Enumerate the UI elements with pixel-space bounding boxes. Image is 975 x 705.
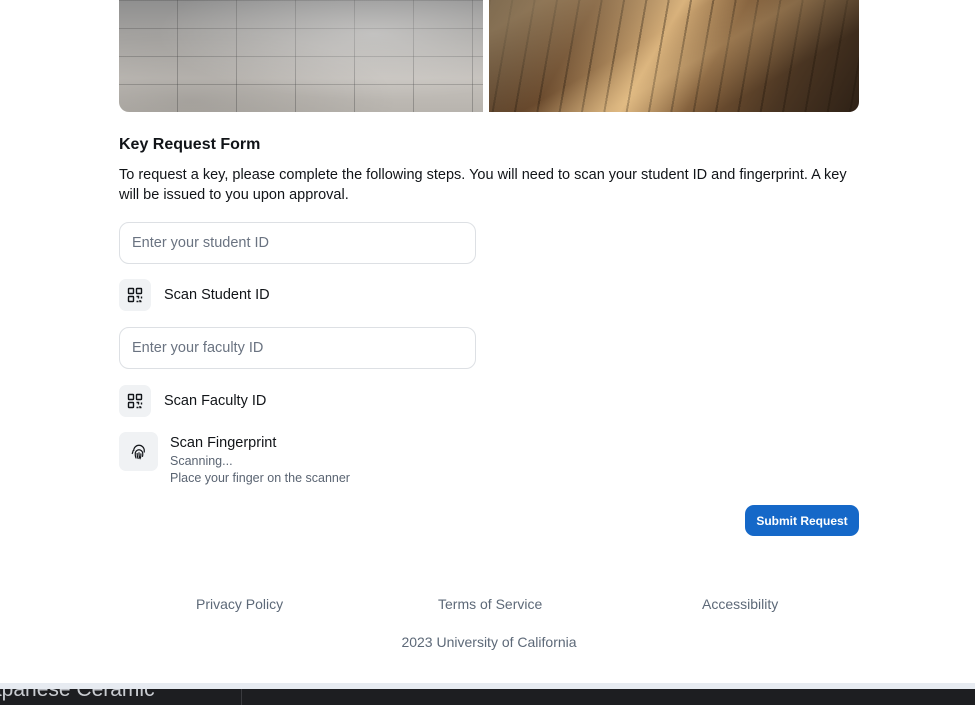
scan-fingerprint-item[interactable]: Scan Fingerprint Scanning... Place your … — [119, 432, 350, 487]
student-id-input[interactable] — [119, 222, 476, 264]
submit-request-button[interactable]: Submit Request — [745, 505, 859, 536]
scan-student-id-label: Scan Student ID — [164, 287, 270, 303]
qr-code-icon — [119, 279, 151, 311]
hero-image-stone-floor — [119, 0, 483, 112]
fingerprint-icon — [119, 432, 158, 471]
footer-link-terms-of-service[interactable]: Terms of Service — [438, 596, 542, 612]
hero-images — [119, 0, 859, 112]
bottom-bar-separator — [241, 689, 242, 705]
footer-link-privacy-policy[interactable]: Privacy Policy — [196, 596, 283, 612]
scan-fingerprint-status: Scanning... — [170, 454, 233, 468]
scan-fingerprint-title: Scan Fingerprint — [170, 435, 277, 451]
bottom-dark-bar: apanese Ceramic — [0, 689, 975, 705]
scan-student-id-button[interactable]: Scan Student ID — [119, 279, 270, 311]
key-request-form-header: Key Request Form To request a key, pleas… — [119, 135, 859, 205]
qr-code-icon — [119, 385, 151, 417]
scan-faculty-id-label: Scan Faculty ID — [164, 393, 267, 409]
faculty-id-input[interactable] — [119, 327, 476, 369]
hero-image-wood-floor — [489, 0, 859, 112]
scan-fingerprint-hint: Place your finger on the scanner — [170, 471, 350, 485]
form-title: Key Request Form — [119, 136, 261, 153]
footer-link-accessibility[interactable]: Accessibility — [702, 596, 778, 612]
bottom-bar-title: apanese Ceramic — [0, 689, 155, 701]
form-intro: To request a key, please complete the fo… — [119, 167, 847, 203]
scan-faculty-id-button[interactable]: Scan Faculty ID — [119, 385, 266, 417]
footer-copyright: 2023 University of California — [401, 634, 577, 650]
